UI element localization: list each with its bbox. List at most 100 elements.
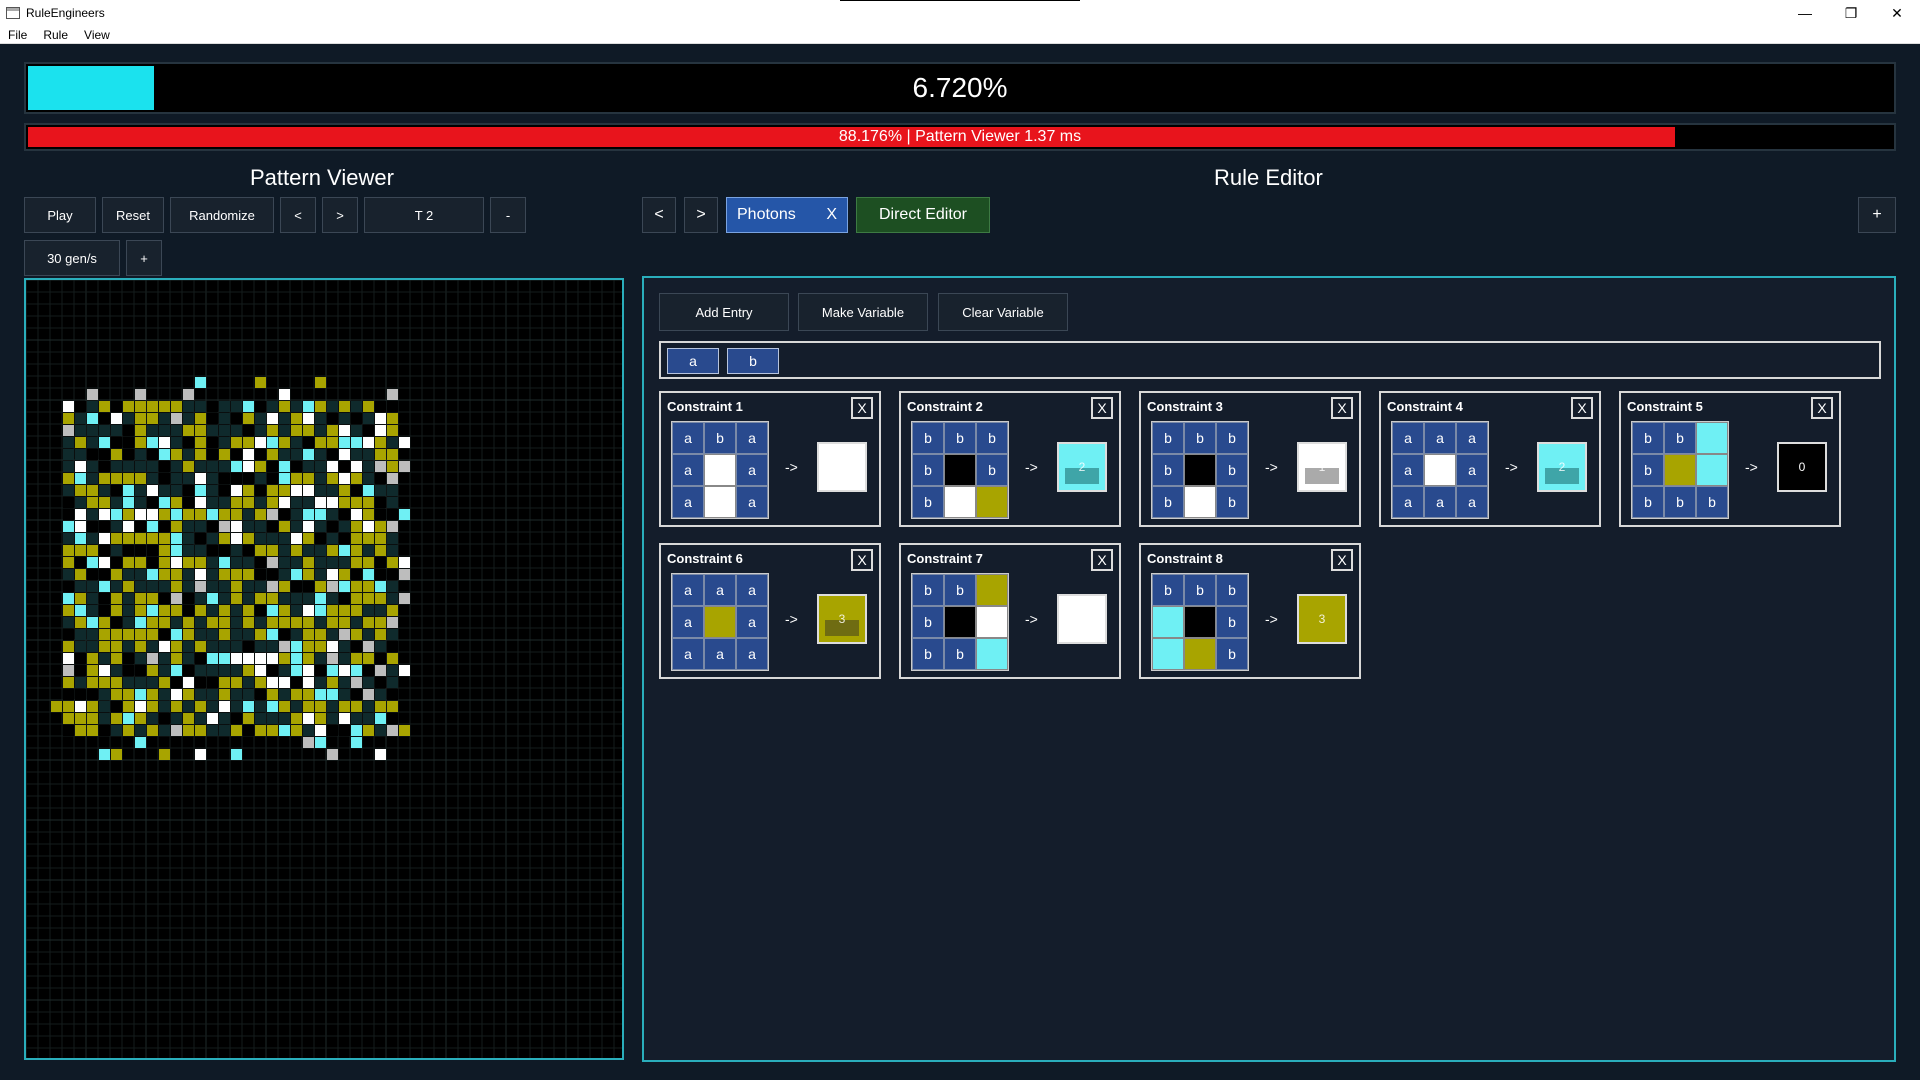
next-type-button[interactable]: >: [322, 197, 358, 233]
constraint-cell[interactable]: b: [976, 454, 1008, 486]
constraint-cell[interactable]: [976, 638, 1008, 670]
constraint-result-cell[interactable]: 1: [817, 442, 867, 492]
tab-photons[interactable]: Photons X: [726, 197, 848, 233]
close-icon[interactable]: ✕: [1874, 0, 1920, 26]
menu-rule[interactable]: Rule: [35, 28, 76, 42]
constraint-cell[interactable]: [1184, 454, 1216, 486]
constraint-cell[interactable]: a: [1424, 486, 1456, 518]
constraint-result-cell[interactable]: 1: [1297, 442, 1347, 492]
constraint-cell[interactable]: a: [1456, 454, 1488, 486]
tab-photons-close-icon[interactable]: X: [826, 206, 837, 224]
constraint-result-cell[interactable]: 2: [1057, 442, 1107, 492]
constraint-cell[interactable]: b: [1216, 422, 1248, 454]
constraint-close-icon[interactable]: X: [1091, 549, 1113, 571]
constraint-cell[interactable]: a: [1392, 454, 1424, 486]
constraint-cell[interactable]: a: [1456, 422, 1488, 454]
constraint-cell[interactable]: [944, 606, 976, 638]
constraint-cell[interactable]: b: [1664, 422, 1696, 454]
constraint-cell[interactable]: b: [944, 574, 976, 606]
constraint-cell[interactable]: [1696, 454, 1728, 486]
pattern-viewer-canvas[interactable]: [24, 278, 624, 1060]
constraint-cell[interactable]: a: [672, 606, 704, 638]
constraint-close-icon[interactable]: X: [1571, 397, 1593, 419]
constraint-cell[interactable]: a: [672, 486, 704, 518]
constraint-cell[interactable]: a: [1424, 422, 1456, 454]
clear-variable-button[interactable]: Clear Variable: [938, 293, 1068, 331]
variable-b[interactable]: b: [727, 348, 779, 374]
constraint-close-icon[interactable]: X: [851, 549, 873, 571]
constraint-cell[interactable]: b: [1632, 454, 1664, 486]
add-entry-button[interactable]: Add Entry: [659, 293, 789, 331]
constraint-cell[interactable]: [976, 606, 1008, 638]
constraint-cell[interactable]: [1152, 638, 1184, 670]
rule-prev-button[interactable]: <: [642, 197, 676, 233]
variable-a[interactable]: a: [667, 348, 719, 374]
constraint-cell[interactable]: b: [1216, 606, 1248, 638]
constraint-cell[interactable]: [1424, 454, 1456, 486]
constraint-cell[interactable]: b: [1216, 454, 1248, 486]
constraint-cell[interactable]: [704, 606, 736, 638]
constraint-cell[interactable]: a: [672, 422, 704, 454]
constraint-cell[interactable]: a: [704, 638, 736, 670]
constraint-cell[interactable]: b: [1632, 422, 1664, 454]
constraint-cell[interactable]: b: [1184, 422, 1216, 454]
constraint-cell[interactable]: [976, 486, 1008, 518]
constraint-cell[interactable]: a: [736, 422, 768, 454]
constraint-close-icon[interactable]: X: [1091, 397, 1113, 419]
play-button[interactable]: Play: [24, 197, 96, 233]
rule-next-button[interactable]: >: [684, 197, 718, 233]
constraint-cell[interactable]: [1696, 422, 1728, 454]
constraint-cell[interactable]: a: [704, 574, 736, 606]
constraint-cell[interactable]: b: [1152, 454, 1184, 486]
tab-direct-editor[interactable]: Direct Editor: [856, 197, 990, 233]
constraint-cell[interactable]: [1664, 454, 1696, 486]
constraint-cell[interactable]: a: [1392, 422, 1424, 454]
constraint-cell[interactable]: a: [736, 486, 768, 518]
constraint-cell[interactable]: b: [912, 454, 944, 486]
constraint-cell[interactable]: b: [704, 422, 736, 454]
constraint-cell[interactable]: b: [944, 422, 976, 454]
constraint-cell[interactable]: b: [1152, 486, 1184, 518]
constraint-cell[interactable]: [976, 574, 1008, 606]
prev-type-button[interactable]: <: [280, 197, 316, 233]
constraint-result-cell[interactable]: 2: [1537, 442, 1587, 492]
constraint-cell[interactable]: b: [976, 422, 1008, 454]
constraint-cell[interactable]: b: [1152, 422, 1184, 454]
constraint-cell[interactable]: a: [736, 606, 768, 638]
constraint-cell[interactable]: b: [1664, 486, 1696, 518]
constraint-cell[interactable]: b: [1632, 486, 1664, 518]
add-tab-button[interactable]: +: [1858, 197, 1896, 233]
constraint-cell[interactable]: [1152, 606, 1184, 638]
constraint-cell[interactable]: a: [736, 574, 768, 606]
reset-button[interactable]: Reset: [102, 197, 164, 233]
constraint-cell[interactable]: b: [1216, 574, 1248, 606]
minimize-icon[interactable]: —: [1782, 0, 1828, 26]
constraint-cell[interactable]: b: [1696, 486, 1728, 518]
constraint-cell[interactable]: [944, 454, 976, 486]
make-variable-button[interactable]: Make Variable: [798, 293, 928, 331]
constraint-cell[interactable]: a: [1392, 486, 1424, 518]
constraint-cell[interactable]: b: [944, 638, 976, 670]
randomize-button[interactable]: Randomize: [170, 197, 274, 233]
constraint-cell[interactable]: a: [736, 638, 768, 670]
menu-file[interactable]: File: [0, 28, 35, 42]
constraint-cell[interactable]: [704, 486, 736, 518]
constraint-result-cell[interactable]: 1: [1057, 594, 1107, 644]
constraint-result-cell[interactable]: 0: [1777, 442, 1827, 492]
constraint-cell[interactable]: [1184, 486, 1216, 518]
constraint-cell[interactable]: b: [1216, 486, 1248, 518]
menu-view[interactable]: View: [76, 28, 118, 42]
constraint-cell[interactable]: b: [912, 638, 944, 670]
constraint-cell[interactable]: a: [672, 638, 704, 670]
constraint-cell[interactable]: [704, 454, 736, 486]
constraint-cell[interactable]: a: [672, 574, 704, 606]
constraint-cell[interactable]: [1184, 606, 1216, 638]
constraint-result-cell[interactable]: 3: [817, 594, 867, 644]
constraint-close-icon[interactable]: X: [1811, 397, 1833, 419]
constraint-cell[interactable]: [1184, 638, 1216, 670]
constraint-cell[interactable]: b: [912, 606, 944, 638]
constraint-cell[interactable]: a: [1456, 486, 1488, 518]
constraint-cell[interactable]: a: [672, 454, 704, 486]
constraint-cell[interactable]: b: [1184, 574, 1216, 606]
constraint-cell[interactable]: b: [912, 486, 944, 518]
